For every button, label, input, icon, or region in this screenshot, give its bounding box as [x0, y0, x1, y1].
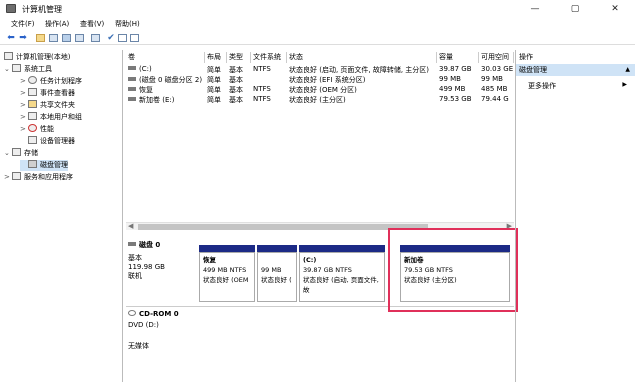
expand-icon[interactable]: > — [4, 173, 12, 181]
cdrom-0-media: 无媒体 — [128, 342, 149, 350]
disk-0-info[interactable]: 磁盘 0 基本 119.98 GB 联机 — [128, 240, 194, 304]
cdrom-0-name: CD-ROM 0 — [139, 310, 179, 318]
disk-0-status: 联机 — [128, 272, 142, 280]
storage-icon — [12, 148, 21, 156]
expand-icon[interactable]: > — [20, 77, 28, 85]
show-tree-icon[interactable] — [49, 34, 58, 42]
navigation-tree: 计算机管理(本地) ⌄ 系统工具 > 任务计划程序 > 事件查看器 > 共享文件夹 > 本… — [0, 50, 123, 382]
column-header-filesystem[interactable]: 文件系统 — [251, 52, 287, 63]
table-row[interactable]: 恢复 简单 基本 NTFS 状态良好 (OEM 分区) 499 MB 485 M… — [126, 85, 514, 95]
tree-item-computer-management[interactable]: 计算机管理(本地) — [4, 52, 70, 63]
maximize-button[interactable]: ▢ — [555, 1, 595, 17]
drive-icon — [128, 77, 136, 81]
blank-icon[interactable] — [130, 34, 139, 42]
drive-icon — [128, 87, 136, 91]
page-icon[interactable] — [118, 34, 127, 42]
tree-item-services-apps[interactable]: > 服务和应用程序 — [4, 172, 73, 183]
toolbar: ⬅ ➡ ✔ — [0, 31, 635, 45]
cdrom-icon — [128, 310, 136, 316]
disk-0-name: 磁盘 0 — [139, 241, 161, 249]
partition-bar — [299, 245, 385, 252]
performance-icon — [28, 124, 37, 132]
partition-bar — [257, 245, 297, 252]
cdrom-0-info[interactable]: CD-ROM 0 DVD (D:) 无媒体 — [128, 310, 194, 370]
expand-icon[interactable]: > — [20, 125, 28, 133]
expand-icon[interactable]: > — [20, 89, 28, 97]
disk-icon — [128, 242, 136, 246]
volume-list: 卷 布局 类型 文件系统 状态 容量 可用空间 (C:) 简单 基本 NTFS … — [126, 50, 514, 230]
actions-header: 操作 — [519, 53, 533, 61]
submenu-arrow-icon[interactable]: ▶ — [622, 81, 627, 88]
tree-item-event-viewer[interactable]: > 事件查看器 — [20, 88, 75, 99]
tree-item-performance[interactable]: > 性能 — [20, 124, 54, 135]
actions-pane: 操作 磁盘管理 ▲ 更多操作 ▶ — [515, 50, 635, 382]
table-row[interactable]: (磁盘 0 磁盘分区 2) 简单 基本 状态良好 (EFI 系统分区) 99 M… — [126, 75, 514, 85]
table-row[interactable]: (C:) 简单 基本 NTFS 状态良好 (启动, 页面文件, 故障转储, 主分… — [126, 65, 514, 75]
scrollbar-thumb[interactable] — [138, 224, 428, 230]
back-icon[interactable]: ⬅ — [6, 33, 16, 43]
event-viewer-icon — [28, 88, 37, 96]
menu-file[interactable]: 文件(F) — [11, 19, 35, 29]
table-row[interactable]: 新加卷 (E:) 简单 基本 NTFS 状态良好 (主分区) 79.53 GB … — [126, 95, 514, 105]
tools-icon — [12, 64, 21, 72]
column-header-type[interactable]: 类型 — [227, 52, 251, 63]
expand-icon[interactable]: > — [20, 113, 28, 121]
column-header-status[interactable]: 状态 — [287, 52, 437, 63]
collapse-icon[interactable]: ⌄ — [4, 65, 12, 73]
checkmark-icon[interactable]: ✔ — [106, 33, 116, 43]
clock-icon — [28, 76, 37, 84]
column-header-capacity[interactable]: 容量 — [437, 52, 479, 63]
view-icon[interactable] — [91, 34, 100, 42]
cdrom-0-drive: DVD (D:) — [128, 321, 159, 329]
partition-recovery[interactable]: 恢复 499 MB NTFS 状态良好 (OEM — [199, 245, 255, 302]
disk-0-type: 基本 — [128, 254, 142, 262]
tree-item-local-users[interactable]: > 本地用户和组 — [20, 112, 82, 123]
window-title: 计算机管理 — [22, 5, 62, 14]
minimize-button[interactable]: — — [515, 1, 555, 17]
drive-icon — [128, 97, 136, 101]
title-bar: 计算机管理 — ▢ ✕ — [0, 0, 635, 18]
tree-item-device-manager[interactable]: 设备管理器 — [28, 136, 75, 147]
disk-icon — [28, 160, 37, 168]
forward-icon[interactable]: ➡ — [18, 33, 28, 43]
more-actions-item[interactable]: 更多操作 — [528, 81, 556, 91]
collapse-icon[interactable]: ⌄ — [4, 149, 12, 157]
partition-efi[interactable]: 99 MB 状态良好 ( — [257, 245, 297, 302]
properties-icon[interactable] — [62, 34, 71, 42]
device-manager-icon — [28, 136, 37, 144]
tree-item-storage[interactable]: ⌄ 存储 — [4, 148, 38, 159]
help-icon[interactable] — [75, 34, 84, 42]
computer-icon — [4, 52, 13, 60]
close-button[interactable]: ✕ — [595, 1, 635, 17]
menu-help[interactable]: 帮助(H) — [115, 19, 140, 29]
tree-item-shared-folders[interactable]: > 共享文件夹 — [20, 100, 75, 111]
partition-c[interactable]: (C:) 39.87 GB NTFS 状态良好 (启动, 页面文件, 故 — [299, 245, 385, 302]
menu-action[interactable]: 操作(A) — [45, 19, 69, 29]
tree-item-task-scheduler[interactable]: > 任务计划程序 — [20, 76, 82, 87]
tree-item-disk-management[interactable]: 磁盘管理 — [20, 160, 68, 171]
tree-item-system-tools[interactable]: ⌄ 系统工具 — [4, 64, 52, 75]
menu-bar: 文件(F) 操作(A) 查看(V) 帮助(H) — [0, 18, 635, 30]
drive-icon — [128, 66, 136, 70]
actions-disk-management[interactable]: 磁盘管理 ▲ — [516, 64, 635, 76]
partition-bar — [199, 245, 255, 252]
up-folder-icon[interactable] — [36, 34, 45, 42]
shared-folder-icon — [28, 100, 37, 108]
column-header-layout[interactable]: 布局 — [205, 52, 227, 63]
menu-view[interactable]: 查看(V) — [80, 19, 104, 29]
column-header-free-space[interactable]: 可用空间 — [479, 52, 514, 63]
services-icon — [12, 172, 21, 180]
collapse-up-icon[interactable]: ▲ — [625, 64, 630, 76]
users-icon — [28, 112, 37, 120]
computer-management-icon — [6, 4, 16, 13]
column-header-volume[interactable]: 卷 — [126, 52, 205, 63]
scroll-left-icon[interactable]: ◀ — [128, 222, 133, 230]
highlight-box — [388, 228, 518, 312]
expand-icon[interactable]: > — [20, 101, 28, 109]
disk-0-size: 119.98 GB — [128, 263, 165, 271]
